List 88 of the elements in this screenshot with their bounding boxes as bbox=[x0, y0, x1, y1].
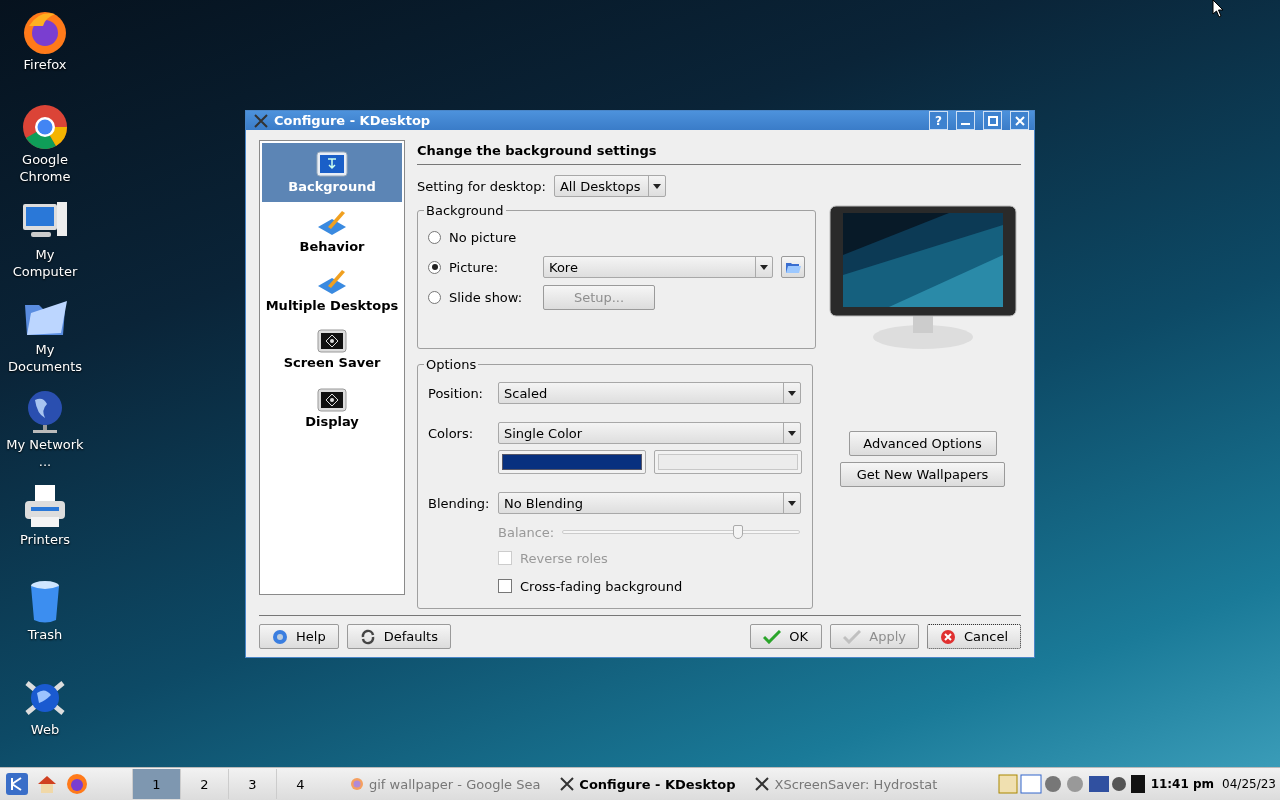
group-title: Options bbox=[425, 357, 478, 372]
taskbar-task[interactable]: Configure - KDesktop bbox=[550, 769, 746, 799]
desktop-icon-label[interactable]: My Documents bbox=[2, 341, 88, 375]
radio-label: Slide show: bbox=[449, 289, 524, 305]
color-swatch-button[interactable] bbox=[654, 450, 802, 474]
radio-button[interactable] bbox=[428, 230, 441, 244]
desktop-pager-button[interactable]: 1 bbox=[132, 769, 180, 799]
dialog-button[interactable]: Cancel bbox=[926, 624, 1021, 649]
minimize-icon bbox=[961, 123, 970, 125]
desktop-icon-label[interactable]: Web bbox=[2, 721, 88, 738]
firefox-icon bbox=[350, 777, 364, 791]
desktop-icon-label[interactable]: My Computer bbox=[2, 246, 88, 280]
open-folder-button[interactable] bbox=[781, 256, 805, 278]
desktop-icon-label[interactable]: Printers bbox=[2, 531, 88, 548]
monitor-icon bbox=[316, 151, 348, 177]
color-swatch-button[interactable] bbox=[498, 450, 646, 474]
radio-label: Picture: bbox=[449, 259, 500, 275]
kde-menu-icon[interactable] bbox=[6, 773, 28, 795]
help-icon bbox=[272, 628, 288, 645]
minimize-button[interactable] bbox=[956, 111, 975, 130]
field-label: Position: bbox=[428, 385, 484, 401]
dropdown-arrow-icon bbox=[788, 390, 796, 396]
date[interactable]: 04/25/23 bbox=[1218, 777, 1280, 791]
chrome-icon bbox=[21, 103, 69, 151]
dialog-button[interactable]: Defaults bbox=[346, 624, 451, 649]
slider-label: Balance: bbox=[498, 524, 554, 540]
folder-icon bbox=[785, 260, 801, 274]
x-logo-icon bbox=[755, 777, 770, 791]
cancel-icon bbox=[939, 628, 956, 645]
x-logo-icon bbox=[560, 777, 575, 791]
sidebar-item[interactable]: Display bbox=[262, 379, 402, 438]
radio-label: No picture bbox=[449, 229, 517, 245]
checkbox-label: Reverse roles bbox=[520, 550, 608, 566]
group-title: Background bbox=[425, 203, 505, 218]
desktop-icon-label[interactable]: Google Chrome bbox=[2, 151, 88, 185]
radio-button[interactable] bbox=[428, 290, 441, 304]
desktop-select[interactable]: All Desktops bbox=[553, 175, 666, 197]
field-label: Setting for desktop: bbox=[417, 178, 546, 194]
sidebar-item[interactable]: Behavior bbox=[262, 202, 402, 261]
desktop-icon-label[interactable]: Firefox bbox=[2, 56, 88, 73]
advanced-options-button[interactable]: Advanced Options bbox=[848, 431, 997, 456]
desktop-pager-button[interactable]: 3 bbox=[228, 769, 276, 799]
checkbox[interactable] bbox=[498, 579, 512, 593]
desktop-pager-button[interactable]: 4 bbox=[276, 769, 324, 799]
blending-select[interactable]: No Blending bbox=[498, 492, 801, 514]
close-icon bbox=[1014, 115, 1025, 126]
section-heading: Change the background settings bbox=[417, 140, 1021, 165]
colors-select[interactable]: Single Color bbox=[498, 422, 801, 444]
get-wallpapers-button[interactable]: Get New Wallpapers bbox=[840, 462, 1005, 487]
checkbox-label: Cross-fading background bbox=[520, 578, 683, 594]
firefox-icon[interactable] bbox=[66, 773, 88, 795]
desktop-pager-button[interactable]: 2 bbox=[180, 769, 228, 799]
sidebar-item[interactable]: Screen Saver bbox=[262, 320, 402, 379]
home-icon[interactable] bbox=[36, 773, 58, 795]
system-tray-icons[interactable] bbox=[996, 773, 1147, 795]
desktop-icon-label[interactable]: My Network ... bbox=[2, 436, 88, 470]
dropdown-arrow-icon bbox=[788, 500, 796, 506]
window-title: Configure - KDesktop bbox=[274, 113, 432, 128]
dropdown-arrow-icon bbox=[788, 430, 796, 436]
mouse-pointer-icon bbox=[1212, 0, 1225, 18]
position-select[interactable]: Scaled bbox=[498, 382, 801, 404]
checkmark-icon bbox=[763, 629, 782, 644]
x-logo-icon bbox=[254, 113, 268, 128]
maximize-button[interactable] bbox=[983, 111, 1002, 130]
sidebar-item[interactable]: Multiple Desktops bbox=[262, 261, 402, 320]
screen-saver-icon bbox=[317, 329, 347, 353]
pencil-paper-icon bbox=[316, 209, 348, 237]
help-button[interactable]: ? bbox=[929, 111, 948, 130]
radio-button[interactable] bbox=[428, 260, 441, 274]
taskbar-task[interactable]: gif wallpaper - Google Sea bbox=[340, 769, 551, 799]
dialog-button[interactable]: OK bbox=[750, 624, 823, 649]
taskbar-task[interactable]: XScreenSaver: Hydrostat bbox=[745, 769, 948, 799]
dropdown-arrow-icon bbox=[652, 183, 661, 189]
field-label: Blending: bbox=[428, 495, 490, 511]
picture-select[interactable]: Kore bbox=[543, 256, 773, 278]
refresh-icon bbox=[359, 628, 376, 645]
dropdown-arrow-icon bbox=[760, 264, 768, 270]
desktop-icon-label[interactable]: Trash bbox=[2, 626, 88, 643]
dialog-button[interactable]: Help bbox=[259, 624, 339, 649]
balance-slider[interactable] bbox=[562, 525, 800, 539]
sidebar-item[interactable]: Background bbox=[262, 143, 402, 202]
screen-saver-icon bbox=[317, 388, 347, 412]
pencil-paper-icon bbox=[316, 268, 348, 296]
close-button[interactable] bbox=[1010, 111, 1029, 130]
checkmark-icon bbox=[843, 629, 862, 644]
clock[interactable]: 11:41 pm bbox=[1146, 777, 1219, 791]
maximize-icon bbox=[987, 115, 998, 126]
field-label: Colors: bbox=[428, 425, 475, 441]
